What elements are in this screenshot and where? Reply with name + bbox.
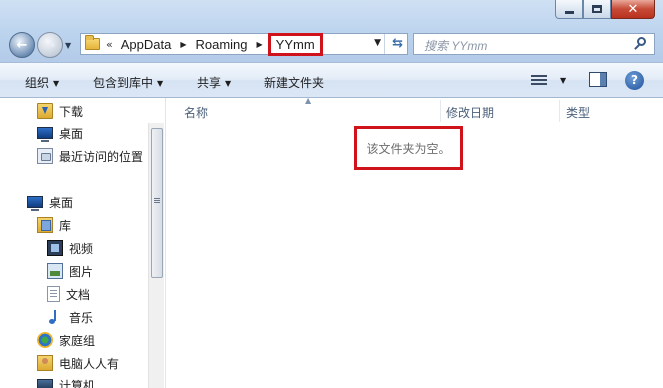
document-library-icon <box>47 286 60 302</box>
search-placeholder: 搜索 YYmm <box>424 39 488 53</box>
nav-item-label: 桌面 <box>59 126 84 141</box>
nav-item-label: 计算机 <box>59 378 96 388</box>
nav-item-label: 视频 <box>69 241 94 256</box>
breadcrumb-appdata[interactable]: AppData <box>121 37 172 52</box>
back-button[interactable]: ← <box>9 32 35 58</box>
share-menu[interactable]: 共享 ▼ <box>197 74 231 91</box>
close-icon: ✕ <box>627 1 639 17</box>
download-folder-icon <box>37 103 53 119</box>
refresh-icon[interactable]: ⇆ <box>392 36 403 51</box>
new-folder-label: 新建文件夹 <box>264 76 325 90</box>
homegroup-icon <box>37 332 53 348</box>
breadcrumb-separator-icon[interactable]: ▶ <box>257 40 263 49</box>
nav-item-label: 下载 <box>59 104 84 119</box>
picture-library-icon <box>47 263 63 279</box>
breadcrumb-roaming[interactable]: Roaming <box>195 37 247 52</box>
nav-item-desktop-root[interactable]: 桌面 <box>27 192 73 212</box>
recent-places-icon <box>37 148 53 164</box>
nav-item-computer[interactable]: 计算机 <box>37 375 95 388</box>
column-header-label: 名称 <box>184 105 209 120</box>
chevron-down-icon: ▼ <box>225 79 232 88</box>
folder-icon <box>85 35 100 50</box>
nav-item-libraries[interactable]: 库 <box>37 215 71 235</box>
chevron-down-icon: ▼ <box>157 79 164 88</box>
video-library-icon <box>47 240 63 256</box>
new-folder-button[interactable]: 新建文件夹 <box>264 74 324 91</box>
include-in-library-menu[interactable]: 包含到库中 ▼ <box>93 74 163 91</box>
library-icon <box>37 217 53 233</box>
organize-menu[interactable]: 组织 ▼ <box>25 74 59 91</box>
nav-item-documents[interactable]: 文档 <box>47 284 90 304</box>
view-options-dropdown[interactable]: ▼ <box>560 76 566 85</box>
include-in-library-label: 包含到库中 <box>93 76 154 90</box>
share-label: 共享 <box>197 76 222 90</box>
minimize-button[interactable] <box>555 0 583 19</box>
column-header-modified[interactable]: 修改日期 <box>446 101 558 123</box>
user-folder-icon <box>37 355 53 371</box>
column-divider[interactable] <box>440 100 441 122</box>
empty-folder-highlight: 该文件夹为空。 <box>354 126 463 170</box>
desktop-icon <box>37 127 53 142</box>
desktop-icon <box>27 196 43 211</box>
recent-pages-dropdown[interactable]: ▼ <box>65 41 71 50</box>
window-controls: ✕ <box>555 0 655 19</box>
change-view-icon[interactable] <box>531 74 549 87</box>
column-divider[interactable] <box>559 100 560 122</box>
column-header-label: 类型 <box>566 105 591 120</box>
nav-item-recent-places[interactable]: 最近访问的位置 <box>37 146 143 166</box>
navigation-pane: 下载 桌面 最近访问的位置 桌面 库 视频 图片 文档 音乐 家庭组 电脑人人有 <box>0 98 165 388</box>
close-button[interactable]: ✕ <box>611 0 655 19</box>
nav-item-downloads[interactable]: 下载 <box>37 101 83 121</box>
computer-icon <box>37 379 53 388</box>
maximize-button[interactable] <box>583 0 611 19</box>
back-arrow-icon: ← <box>16 37 28 53</box>
nav-item-desktop[interactable]: 桌面 <box>37 123 83 143</box>
column-header-label: 修改日期 <box>446 105 495 120</box>
address-history-dropdown[interactable]: ▼ <box>374 38 381 48</box>
window-frame: ✕ ← → ▼ « AppData ▶ Roaming ▶ YYmm ▼ ⇆ 搜… <box>0 0 663 62</box>
nav-item-label: 音乐 <box>69 310 94 325</box>
address-bar[interactable]: « AppData ▶ Roaming ▶ YYmm ▼ ⇆ <box>80 32 408 56</box>
breadcrumb-separator-icon[interactable]: ▶ <box>180 40 186 49</box>
address-divider <box>384 34 385 54</box>
nav-item-music[interactable]: 音乐 <box>47 307 93 327</box>
nav-item-videos[interactable]: 视频 <box>47 238 93 258</box>
nav-item-label: 文档 <box>66 287 91 302</box>
search-input[interactable]: 搜索 YYmm <box>413 33 655 55</box>
breadcrumb-overflow[interactable]: « <box>106 38 113 51</box>
nav-scrollbar[interactable] <box>148 123 164 388</box>
music-library-icon <box>47 309 63 325</box>
nav-item-homegroup[interactable]: 家庭组 <box>37 330 95 350</box>
nav-item-label: 桌面 <box>49 195 74 210</box>
nav-item-label: 家庭组 <box>59 333 96 348</box>
command-bar: 组织 ▼ 包含到库中 ▼ 共享 ▼ 新建文件夹 ▼ ? <box>0 62 663 98</box>
preview-pane-icon[interactable] <box>589 72 607 87</box>
nav-item-label: 图片 <box>69 264 94 279</box>
nav-item-label: 电脑人人有 <box>59 356 120 371</box>
column-header-type[interactable]: 类型 <box>566 101 656 123</box>
chevron-down-icon: ▼ <box>53 79 60 88</box>
nav-item-label: 最近访问的位置 <box>59 149 144 164</box>
minimize-icon <box>564 10 574 14</box>
nav-item-label: 库 <box>59 218 72 233</box>
empty-folder-message: 该文件夹为空。 <box>366 141 451 156</box>
column-header-name[interactable]: 名称 <box>184 101 439 123</box>
help-icon[interactable]: ? <box>625 71 644 90</box>
maximize-icon <box>592 5 602 13</box>
search-icon[interactable] <box>634 37 648 51</box>
nav-item-user-folder[interactable]: 电脑人人有 <box>37 353 119 373</box>
nav-item-pictures[interactable]: 图片 <box>47 261 93 281</box>
scrollbar-grip-icon <box>154 198 160 199</box>
scrollbar-thumb[interactable] <box>151 128 163 278</box>
breadcrumb-current-folder[interactable]: YYmm <box>267 32 323 56</box>
file-list-pane[interactable]: ▲ 名称 修改日期 类型 该文件夹为空。 <box>166 96 663 388</box>
organize-label: 组织 <box>25 76 50 90</box>
forward-button[interactable]: → <box>37 32 63 58</box>
forward-arrow-icon: → <box>44 37 56 53</box>
